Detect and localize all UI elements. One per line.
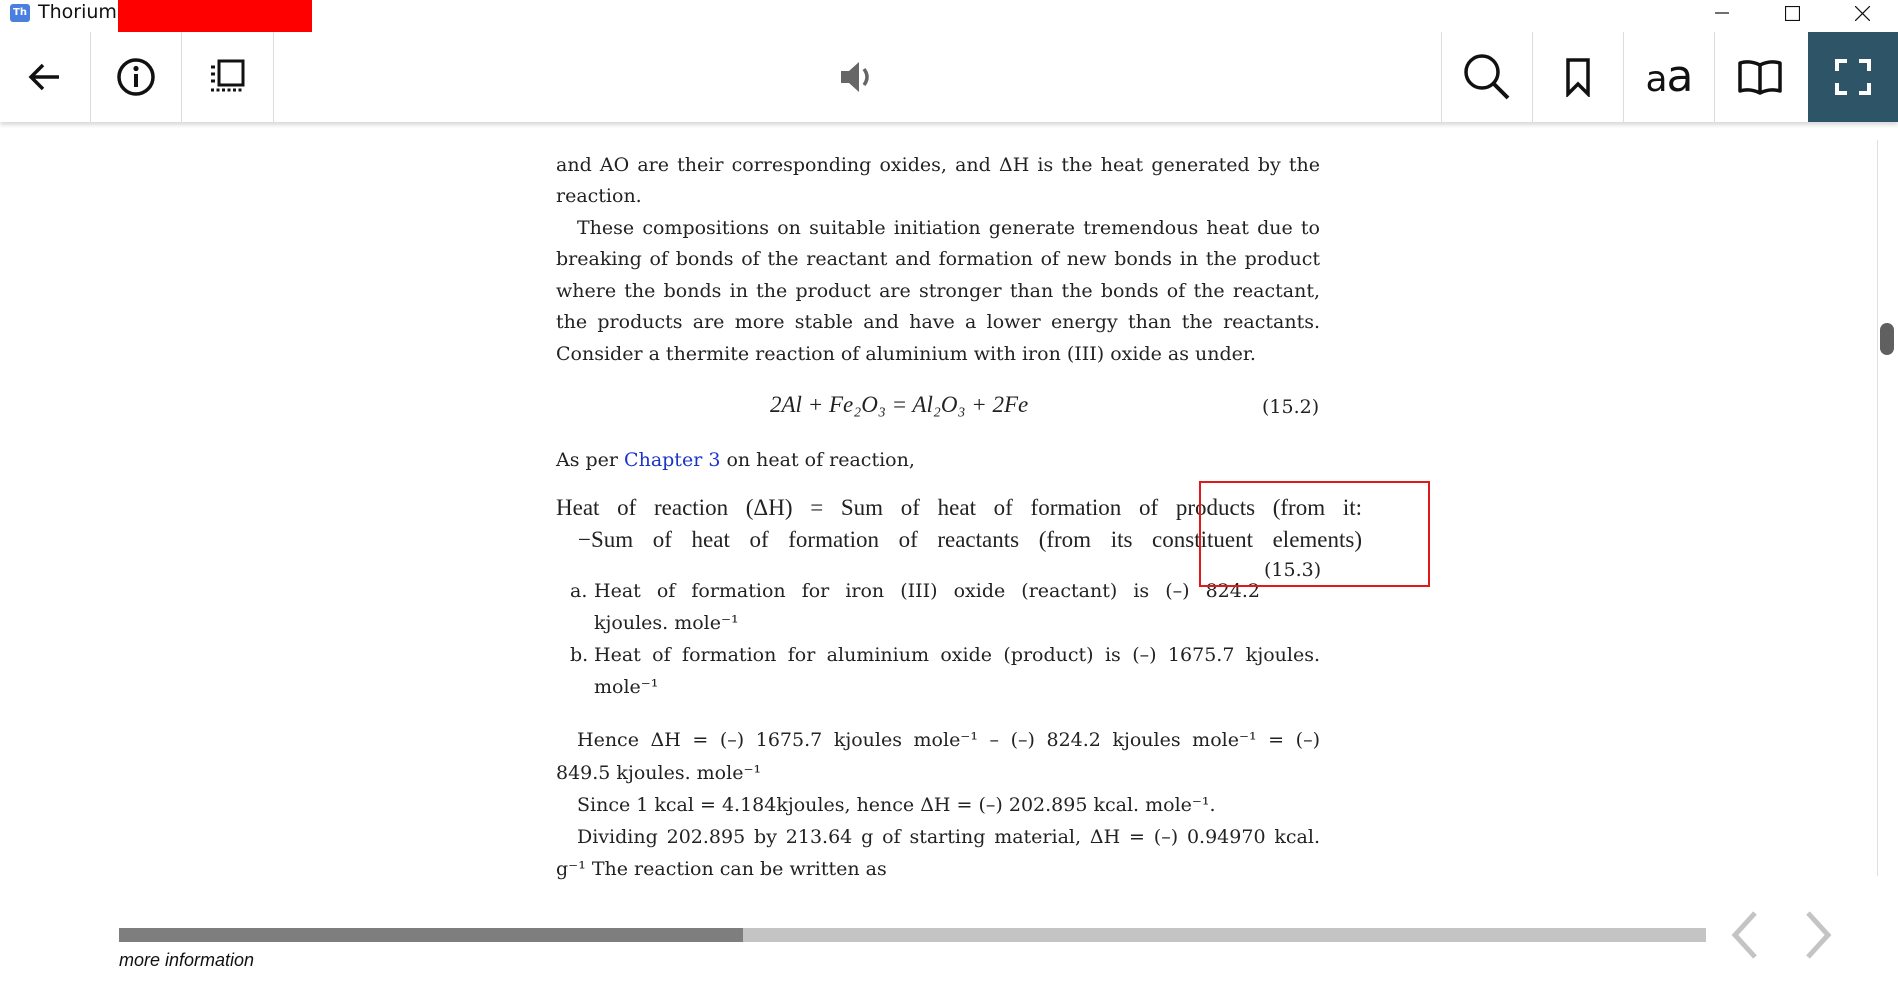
previous-page-button[interactable] (1720, 905, 1770, 965)
back-arrow-icon (28, 63, 59, 91)
paragraph-line: Dividing 202.895 by 213.64 g of starting… (577, 826, 1320, 848)
info-icon (117, 58, 155, 96)
list-item-line: Heat of formation for iron (III) oxide (… (594, 580, 1260, 602)
toolbar-divider (273, 32, 274, 122)
chevron-left-icon (1731, 911, 1757, 959)
window-title: Thorium - (38, 1, 130, 23)
paragraph-line: Since 1 kcal = 4.184kjoules, hence ΔH = … (577, 794, 1216, 816)
redacted-title-region (118, 0, 312, 32)
app-logo-icon: Th (10, 4, 30, 22)
list-item-line: Heat of formation for aluminium oxide (p… (594, 644, 1320, 666)
reading-progress-bar[interactable] (119, 928, 1706, 942)
more-information-link[interactable]: more information (119, 950, 254, 971)
paragraph-line: where the bonds in the product are stron… (556, 280, 1320, 302)
title-bar: Th Thorium - (0, 0, 1898, 32)
speaker-icon (841, 62, 869, 92)
reading-mode-button[interactable] (1715, 32, 1805, 122)
text-settings-icon: aa (1645, 51, 1693, 102)
maximize-icon[interactable] (1757, 0, 1827, 26)
close-icon[interactable] (1827, 0, 1897, 26)
paragraph-line: g⁻¹ The reaction can be written as (556, 858, 887, 880)
minimize-icon[interactable] (1687, 0, 1757, 26)
paragraph-line: Hence ΔH = (–) 1675.7 kjoules mole⁻¹ – (… (577, 729, 1320, 751)
list-item-line: kjoules. mole⁻¹ (594, 612, 739, 634)
scrollbar-track (1877, 140, 1878, 876)
next-page-button[interactable] (1793, 905, 1843, 965)
paragraph-line: breaking of bonds of the reactant and fo… (556, 248, 1320, 270)
search-button[interactable] (1442, 32, 1532, 122)
chapter-link[interactable]: Chapter 3 (624, 449, 720, 471)
paragraph-line: Consider a thermite reaction of aluminiu… (556, 343, 1256, 365)
paragraph-line: These compositions on suitable initiatio… (577, 217, 1320, 239)
list-item-line: mole⁻¹ (594, 676, 659, 698)
list-marker: b. (570, 644, 589, 666)
info-button[interactable] (91, 32, 181, 122)
table-of-contents-button[interactable] (182, 32, 272, 122)
equation-number: (15.2) (1262, 396, 1320, 418)
reading-progress-fill (119, 928, 743, 942)
bookmark-button[interactable] (1533, 32, 1623, 122)
paragraph-line: and AO are their corresponding oxides, a… (556, 154, 1320, 176)
scrollbar-thumb[interactable] (1880, 323, 1894, 355)
equation: 2Al + Fe₂O₃ = Al₂O₃ + 2Fe (770, 392, 1029, 417)
bookmark-icon (1566, 58, 1590, 97)
back-button[interactable] (0, 32, 90, 122)
text-settings-button[interactable]: aa (1624, 32, 1714, 122)
paragraph-line: 849.5 kjoules. mole⁻¹ (556, 762, 762, 784)
reading-area[interactable]: and AO are their corresponding oxides, a… (0, 122, 1878, 910)
text-segment: on heat of reaction, (720, 449, 915, 471)
fullscreen-button[interactable] (1808, 32, 1898, 122)
paragraph-line: the products are more stable and have a … (556, 311, 1320, 333)
chevron-right-icon (1806, 911, 1832, 959)
reader-toolbar: aa (0, 32, 1898, 122)
highlight-box (1199, 481, 1430, 587)
text-segment: As per (556, 449, 625, 471)
read-aloud-button[interactable] (812, 32, 902, 122)
toc-list-icon (211, 59, 245, 92)
fullscreen-icon (1835, 59, 1871, 95)
vertical-scrollbar[interactable] (1878, 122, 1898, 998)
paragraph-line: As per Chapter 3 on heat of reaction, (556, 449, 915, 471)
list-marker: a. (570, 580, 588, 602)
paragraph-line: reaction. (556, 185, 642, 207)
reading-mode-icon (1738, 60, 1782, 95)
search-icon (1464, 54, 1510, 100)
